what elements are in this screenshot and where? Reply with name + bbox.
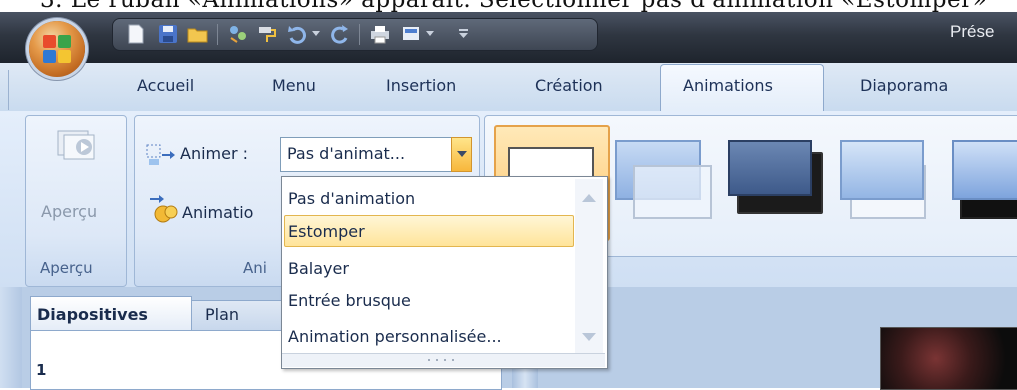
custom-animation-button[interactable]: Animatio bbox=[182, 203, 253, 222]
toolbar-separator bbox=[217, 24, 218, 45]
slide-image bbox=[880, 327, 1017, 390]
tab-plan[interactable]: Plan bbox=[190, 300, 282, 331]
tab-creation[interactable]: Création bbox=[535, 76, 603, 95]
layout-dropdown-icon[interactable] bbox=[423, 22, 437, 46]
dropdown-scrollbar[interactable] bbox=[575, 179, 603, 354]
grip-dots-icon bbox=[428, 359, 454, 361]
chevron-down-icon[interactable] bbox=[451, 137, 472, 172]
toolbar-separator bbox=[359, 24, 360, 45]
tab-diaporama[interactable]: Diaporama bbox=[860, 76, 948, 95]
office-logo-icon bbox=[43, 35, 71, 63]
customize-toolbar-icon[interactable] bbox=[455, 22, 471, 46]
animate-icon bbox=[146, 144, 175, 165]
tab-menu[interactable]: Menu bbox=[272, 76, 316, 95]
tab-animations[interactable]: Animations bbox=[683, 76, 773, 95]
dropdown-resize-grip[interactable] bbox=[282, 353, 605, 367]
dropdown-item-estomper[interactable]: Estomper bbox=[288, 222, 365, 241]
permissions-icon[interactable] bbox=[225, 22, 251, 46]
scroll-down-icon[interactable] bbox=[582, 333, 596, 342]
custom-animation-icon bbox=[150, 195, 178, 223]
transition-cut-thumb[interactable] bbox=[840, 140, 924, 200]
animate-dropdown-list: Pas d'animation Estomper Balayer Entrée … bbox=[281, 176, 608, 369]
format-painter-icon[interactable] bbox=[255, 22, 281, 46]
group-label-apercu: Aperçu bbox=[40, 259, 93, 277]
dropdown-item-pas-d-animation[interactable]: Pas d'animation bbox=[288, 189, 415, 208]
transition-fade-shadow bbox=[633, 165, 712, 219]
ribbon-left-edge bbox=[0, 70, 9, 110]
print-icon[interactable] bbox=[367, 22, 393, 46]
undo-icon[interactable] bbox=[285, 22, 311, 46]
undo-dropdown-icon[interactable] bbox=[309, 22, 323, 46]
animate-select[interactable]: Pas d'animat... bbox=[280, 137, 472, 172]
slide-layout-icon[interactable] bbox=[399, 22, 425, 46]
open-folder-icon[interactable] bbox=[185, 22, 211, 46]
tab-plan-label: Plan bbox=[205, 305, 240, 324]
window-title: Prése bbox=[950, 22, 995, 41]
preview-button-label: Aperçu bbox=[41, 202, 98, 221]
animate-select-value: Pas d'animat... bbox=[287, 144, 406, 163]
redo-icon[interactable] bbox=[327, 22, 353, 46]
instruction-strip: 3. Le ruban «Animations» apparaît. Sélec… bbox=[0, 0, 1017, 12]
animate-label: Animer : bbox=[180, 144, 249, 163]
dropdown-item-entree-brusque[interactable]: Entrée brusque bbox=[288, 291, 411, 310]
dropdown-item-animation-personnalisee[interactable]: Animation personnalisée... bbox=[288, 327, 502, 346]
preview-icon bbox=[57, 130, 95, 160]
transition-dark-thumb[interactable] bbox=[728, 140, 812, 196]
group-label-animations: Ani bbox=[243, 259, 267, 277]
tab-insertion[interactable]: Insertion bbox=[386, 76, 456, 95]
tab-diapositives-label: Diapositives bbox=[37, 305, 148, 324]
dropdown-item-balayer[interactable]: Balayer bbox=[288, 259, 349, 278]
preview-button[interactable]: Aperçu bbox=[34, 121, 116, 243]
scroll-up-icon[interactable] bbox=[582, 193, 596, 202]
slide-number: 1 bbox=[36, 361, 47, 379]
left-collapse-bar[interactable] bbox=[0, 287, 22, 388]
instruction-text: 3. Le ruban «Animations» apparaît. Sélec… bbox=[40, 0, 987, 12]
new-document-icon[interactable] bbox=[123, 22, 149, 46]
save-icon[interactable] bbox=[155, 22, 181, 46]
quick-access-toolbar bbox=[112, 18, 598, 51]
transition-wipe-thumb[interactable] bbox=[952, 140, 1017, 200]
tab-accueil[interactable]: Accueil bbox=[137, 76, 194, 95]
tab-diapositives[interactable]: Diapositives bbox=[30, 296, 192, 331]
office-button[interactable] bbox=[29, 21, 85, 77]
